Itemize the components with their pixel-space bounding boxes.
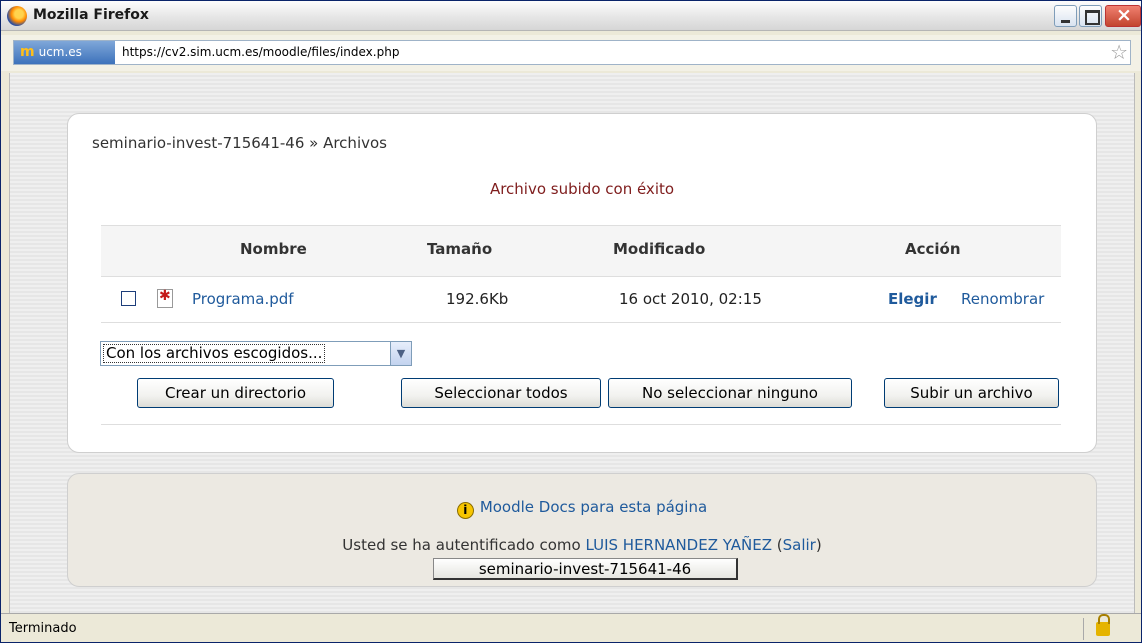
selected-files-action-select[interactable]: Con los archivos escogidos... ▼ — [100, 341, 412, 366]
select-all-button[interactable]: Seleccionar todos — [401, 378, 601, 408]
info-icon: i — [456, 502, 474, 519]
browser-window: Mozilla Firefox × m ucm.es https://cv2.si… — [0, 0, 1142, 643]
upload-file-button[interactable]: Subir un archivo — [884, 378, 1059, 408]
create-directory-button[interactable]: Crear un directorio — [137, 378, 334, 408]
upload-success-message: Archivo subido con éxito — [489, 180, 675, 198]
header-size: Tamaño — [427, 240, 493, 258]
site-identity-label: ucm.es — [38, 45, 82, 59]
table-row: Programa.pdf 192.6Kb 16 oct 2010, 02:15 … — [101, 277, 1061, 322]
bookmark-star-icon[interactable]: ☆ — [1110, 41, 1128, 63]
site-identity-badge[interactable]: m ucm.es — [14, 41, 115, 64]
file-size: 192.6Kb — [446, 290, 509, 308]
close-icon: × — [1116, 4, 1132, 26]
status-bar: Terminado — [1, 613, 1141, 642]
firefox-icon — [7, 6, 27, 26]
minimize-button[interactable] — [1054, 5, 1077, 27]
logout-close-paren: ) — [815, 536, 822, 554]
file-select-checkbox[interactable] — [121, 291, 136, 306]
divider — [101, 322, 1061, 323]
window-title: Mozilla Firefox — [33, 7, 149, 23]
divider — [101, 424, 1061, 425]
moodle-logo-icon: m — [20, 44, 35, 60]
footer: i Moodle Docs para esta página Usted se h… — [67, 473, 1097, 587]
url-field[interactable]: m ucm.es https://cv2.sim.ucm.es/moodle/fi… — [13, 40, 1131, 65]
page-content: seminario-invest-715641-46 » Archivos Ar… — [9, 73, 1135, 613]
select-none-button[interactable]: No seleccionar ninguno — [608, 378, 852, 408]
status-separator — [1083, 618, 1084, 640]
file-name-link[interactable]: Programa.pdf — [192, 290, 294, 308]
files-card: seminario-invest-715641-46 » Archivos Ar… — [67, 113, 1097, 453]
url-text[interactable]: https://cv2.sim.ucm.es/moodle/files/inde… — [122, 41, 399, 64]
logged-in-prefix: Usted se ha autentificado como — [342, 536, 581, 554]
header-modified: Modificado — [613, 240, 706, 258]
maximize-button[interactable] — [1079, 5, 1102, 27]
course-home-button[interactable]: seminario-invest-715641-46 — [433, 558, 738, 580]
header-name: Nombre — [240, 240, 307, 258]
close-button[interactable]: × — [1105, 4, 1141, 27]
status-text: Terminado — [9, 621, 77, 636]
table-header: Nombre Tamaño Modificado Acción — [101, 226, 1061, 276]
url-bar-row: m ucm.es https://cv2.sim.ucm.es/moodle/fi… — [1, 35, 1141, 71]
header-action: Acción — [905, 240, 961, 258]
logout-link[interactable]: Salir — [783, 536, 816, 554]
moodle-docs-link[interactable]: Moodle Docs para esta página — [480, 498, 707, 516]
chevron-down-icon[interactable]: ▼ — [390, 342, 411, 365]
user-name-link[interactable]: LUIS HERNANDEZ YAÑEZ — [585, 536, 772, 554]
docs-line: i Moodle Docs para esta página — [68, 498, 1096, 519]
file-modified: 16 oct 2010, 02:15 — [619, 290, 762, 308]
rename-link[interactable]: Renombrar — [961, 290, 1044, 308]
pdf-file-icon — [157, 288, 173, 308]
select-current-value: Con los archivos escogidos... — [103, 344, 326, 363]
lock-icon[interactable] — [1096, 614, 1110, 636]
choose-link[interactable]: Elegir — [888, 290, 937, 308]
logged-in-info: Usted se ha autentificado como LUIS HERN… — [68, 536, 1096, 554]
title-bar[interactable]: Mozilla Firefox × — [1, 1, 1141, 31]
breadcrumb[interactable]: seminario-invest-715641-46 » Archivos — [92, 134, 387, 152]
